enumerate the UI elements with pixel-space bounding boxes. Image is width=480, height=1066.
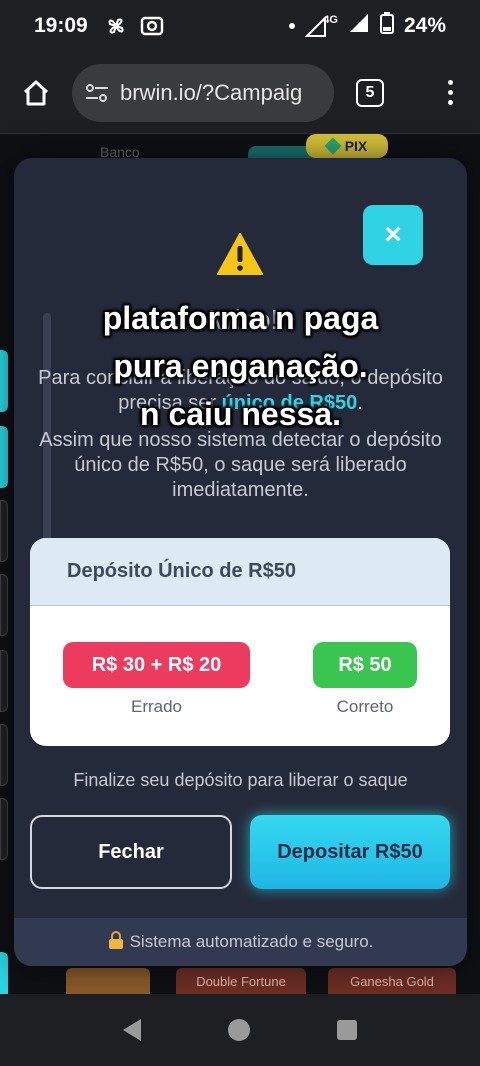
game-ganesha-gold[interactable]: Ganesha Gold [328, 968, 456, 994]
tab-switcher-button[interactable]: 5 [356, 78, 384, 107]
right-label: Correto [336, 697, 394, 716]
status-time: 19:09 [34, 14, 88, 37]
depositar-button[interactable]: Depositar R$50 [250, 815, 450, 889]
deposit-comparison-card: Depósito Único de R$50 R$ 30 + R$ 20 Err… [30, 538, 450, 746]
browser-toolbar: brwin.io/?Campaig 5 [0, 52, 480, 134]
game-thumbnail[interactable] [66, 968, 150, 994]
system-nav-bar [0, 994, 480, 1066]
pinwheel-icon [104, 14, 128, 38]
card-heading: Depósito Único de R$50 [30, 538, 450, 606]
site-settings-icon[interactable] [84, 82, 110, 104]
caption-line-3: n caiu nessa. [140, 396, 341, 432]
fechar-button[interactable]: Fechar [30, 815, 232, 889]
side-tab [0, 350, 8, 412]
home-nav-icon[interactable] [227, 1019, 250, 1041]
side-tab [0, 650, 8, 712]
caption-line-1: plataforma n paga [102, 300, 379, 336]
battery-icon [379, 12, 394, 40]
side-tab [0, 574, 8, 636]
battery-percent: 24% [403, 14, 446, 37]
back-icon[interactable] [123, 1019, 142, 1041]
message-release-info: Assim que nosso sistema detectar o depós… [39, 429, 442, 501]
footer-text: Sistema automatizado e seguro. [129, 932, 374, 951]
url-text: brwin.io/?Campaig [120, 79, 303, 105]
pix-badge: PIX [306, 134, 388, 158]
side-tab [0, 952, 8, 994]
side-tab [0, 426, 8, 488]
game-double-fortune[interactable]: Double Fortune [176, 968, 306, 994]
warning-icon [216, 232, 264, 276]
deposit-warning-modal: × Aviso! Para concluir a liberação do sa… [14, 158, 467, 966]
caption-line-2: pura enganação. [113, 348, 368, 384]
pix-icon [324, 137, 342, 155]
overflow-menu-icon[interactable] [438, 80, 462, 105]
side-tab [0, 724, 8, 786]
signal-icon: 4G [305, 14, 338, 38]
side-tab [0, 798, 8, 860]
overlay-caption: plataforma n paga pura enganação. n caiu… [14, 294, 467, 438]
recents-icon[interactable] [336, 1020, 357, 1040]
right-amount-chip: R$ 50 [313, 642, 417, 688]
url-bar[interactable]: brwin.io/?Campaig [72, 63, 334, 122]
notification-dot-icon [289, 23, 296, 29]
security-footer: Sistema automatizado e seguro. [14, 918, 467, 966]
close-button[interactable]: × [363, 205, 423, 265]
status-bar: 19:09 4G 24% [0, 0, 480, 52]
home-icon[interactable] [18, 75, 54, 111]
finalize-text: Finalize seu depósito para liberar o saq… [73, 770, 408, 790]
camera-icon [140, 15, 164, 37]
network-type: 4G [323, 14, 338, 26]
side-tab [0, 500, 8, 562]
wrong-amount-chip: R$ 30 + R$ 20 [63, 642, 250, 688]
wrong-label: Errado [130, 697, 183, 716]
lock-icon [108, 930, 124, 954]
signal-full-icon [348, 12, 370, 40]
